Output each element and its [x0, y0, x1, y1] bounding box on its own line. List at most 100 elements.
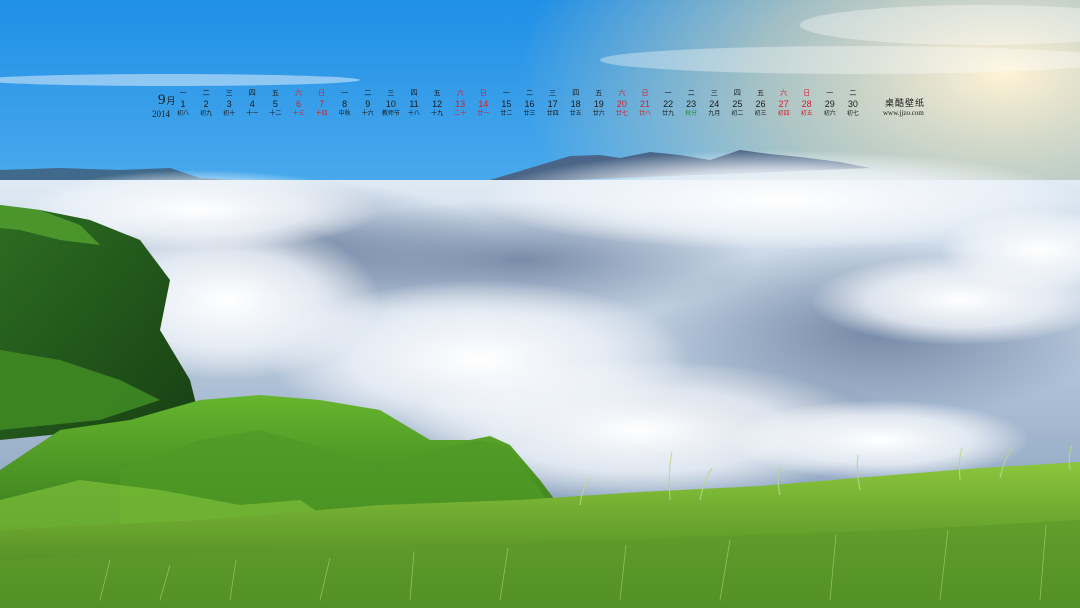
day-number: 14 [478, 99, 489, 109]
lunar-date: 初九 [200, 110, 213, 117]
lunar-date: 廿九 [662, 110, 675, 117]
weekday-label: 三 [225, 89, 233, 97]
weekday-label: 五 [757, 89, 764, 97]
lunar-date: 十九 [431, 110, 444, 117]
lunar-date: 秋分 [685, 110, 698, 117]
lunar-date: 十四 [315, 110, 328, 117]
lunar-date: 初四 [777, 110, 790, 117]
lunar-date: 十八 [407, 110, 420, 117]
lunar-date: 初十 [223, 110, 236, 117]
weekday-label: 三 [549, 89, 557, 97]
day-number: 13 [455, 99, 466, 109]
calendar-day: 六 27 初四 [773, 89, 795, 118]
day-number: 1 [180, 99, 186, 109]
lunar-date: 初六 [823, 110, 836, 117]
day-number: 22 [663, 99, 674, 109]
day-number: 20 [616, 99, 627, 109]
lunar-date: 九月 [708, 110, 721, 117]
calendar-day: 五 12 十九 [426, 89, 448, 118]
day-number: 21 [639, 99, 650, 109]
month-number: 9 [158, 92, 166, 108]
weekday-label: 五 [433, 89, 441, 97]
weekday-label: 一 [826, 89, 834, 97]
weekday-label: 六 [295, 89, 302, 97]
weekday-label: 六 [780, 89, 788, 97]
weekday-label: 二 [364, 89, 372, 97]
lunar-date: 十六 [361, 110, 374, 117]
calendar-day: 一 15 廿二 [495, 89, 517, 118]
calendar-day: 三 3 初十 [218, 89, 240, 118]
lunar-date: 廿六 [592, 110, 605, 117]
calendar-day: 一 29 初六 [819, 89, 841, 118]
day-number: 23 [686, 99, 697, 109]
calendar-day: 二 30 初七 [842, 89, 864, 118]
weekday-label: 一 [664, 89, 672, 97]
lunar-date: 廿一 [477, 110, 490, 117]
weekday-label: 六 [456, 89, 464, 97]
lunar-date: 初二 [731, 110, 744, 117]
weekday-label: 二 [687, 89, 695, 97]
weekday-label: 日 [803, 89, 811, 97]
lunar-date: 初三 [754, 110, 767, 117]
day-number: 7 [319, 99, 325, 109]
calendar-day: 二 16 廿三 [519, 89, 541, 118]
calendar-day: 二 2 初九 [195, 89, 217, 118]
lunar-date: 教师节 [381, 110, 400, 117]
weekday-label: 二 [202, 89, 210, 97]
day-number: 9 [365, 99, 371, 109]
weekday-label: 四 [248, 89, 256, 97]
lunar-date: 初五 [800, 110, 813, 117]
weekday-label: 日 [641, 89, 649, 97]
lunar-date: 廿八 [638, 110, 651, 117]
brand-logo: 桌酷壁纸 [885, 99, 926, 109]
site-url: www.jjzo.com [883, 109, 924, 117]
calendar-day: 四 4 十一 [241, 89, 263, 118]
weekday-label: 日 [318, 89, 326, 97]
day-number: 6 [295, 99, 301, 109]
weekday-label: 六 [618, 89, 626, 97]
day-number: 26 [755, 99, 766, 109]
calendar-day: 三 10 教师节 [380, 89, 402, 118]
lunar-date: 二十 [454, 110, 467, 117]
weekday-label: 二 [849, 89, 857, 97]
lunar-date: 廿七 [615, 110, 628, 117]
calendar-day: 一 8 中秋 [334, 89, 356, 118]
weekday-label: 四 [410, 89, 418, 97]
weekday-label: 日 [479, 89, 487, 97]
calendar-day: 一 1 初八 [172, 89, 194, 118]
calendar-day: 五 5 十二 [264, 89, 286, 118]
lunar-date: 十一 [246, 110, 259, 117]
calendar-day: 六 13 二十 [449, 89, 471, 118]
calendar-day: 六 6 十三 [288, 89, 310, 118]
day-number: 12 [432, 99, 443, 109]
day-number: 27 [778, 99, 789, 109]
day-number: 2 [203, 99, 209, 109]
calendar-day: 三 17 廿四 [542, 89, 564, 118]
weekday-label: 四 [572, 89, 580, 97]
weekday-label: 五 [271, 89, 279, 97]
day-number: 5 [272, 99, 278, 109]
calendar-day: 日 14 廿一 [472, 89, 494, 118]
day-number: 10 [385, 99, 396, 109]
lunar-date: 廿二 [500, 110, 513, 117]
day-number: 24 [709, 99, 720, 109]
day-number: 4 [249, 99, 255, 109]
calendar-day: 日 21 廿八 [634, 89, 656, 118]
weekday-label: 一 [502, 89, 510, 97]
calendar-day: 三 24 九月 [703, 89, 725, 118]
lunar-date: 中秋 [338, 110, 351, 117]
lunar-date: 廿五 [569, 110, 582, 117]
day-number: 28 [801, 99, 812, 109]
lunar-date: 廿三 [523, 110, 536, 117]
calendar-day: 日 28 初五 [796, 89, 818, 118]
weekday-label: 二 [526, 89, 533, 97]
day-number: 16 [524, 99, 535, 109]
lunar-date: 十二 [269, 110, 282, 117]
weekday-label: 一 [179, 89, 187, 97]
day-number: 11 [409, 99, 419, 109]
calendar-day: 二 23 秋分 [680, 89, 702, 118]
calendar-day: 日 7 十四 [311, 89, 333, 118]
weekday-label: 一 [341, 89, 349, 97]
day-number: 19 [593, 99, 604, 109]
calendar-day: 四 11 十八 [403, 89, 425, 118]
